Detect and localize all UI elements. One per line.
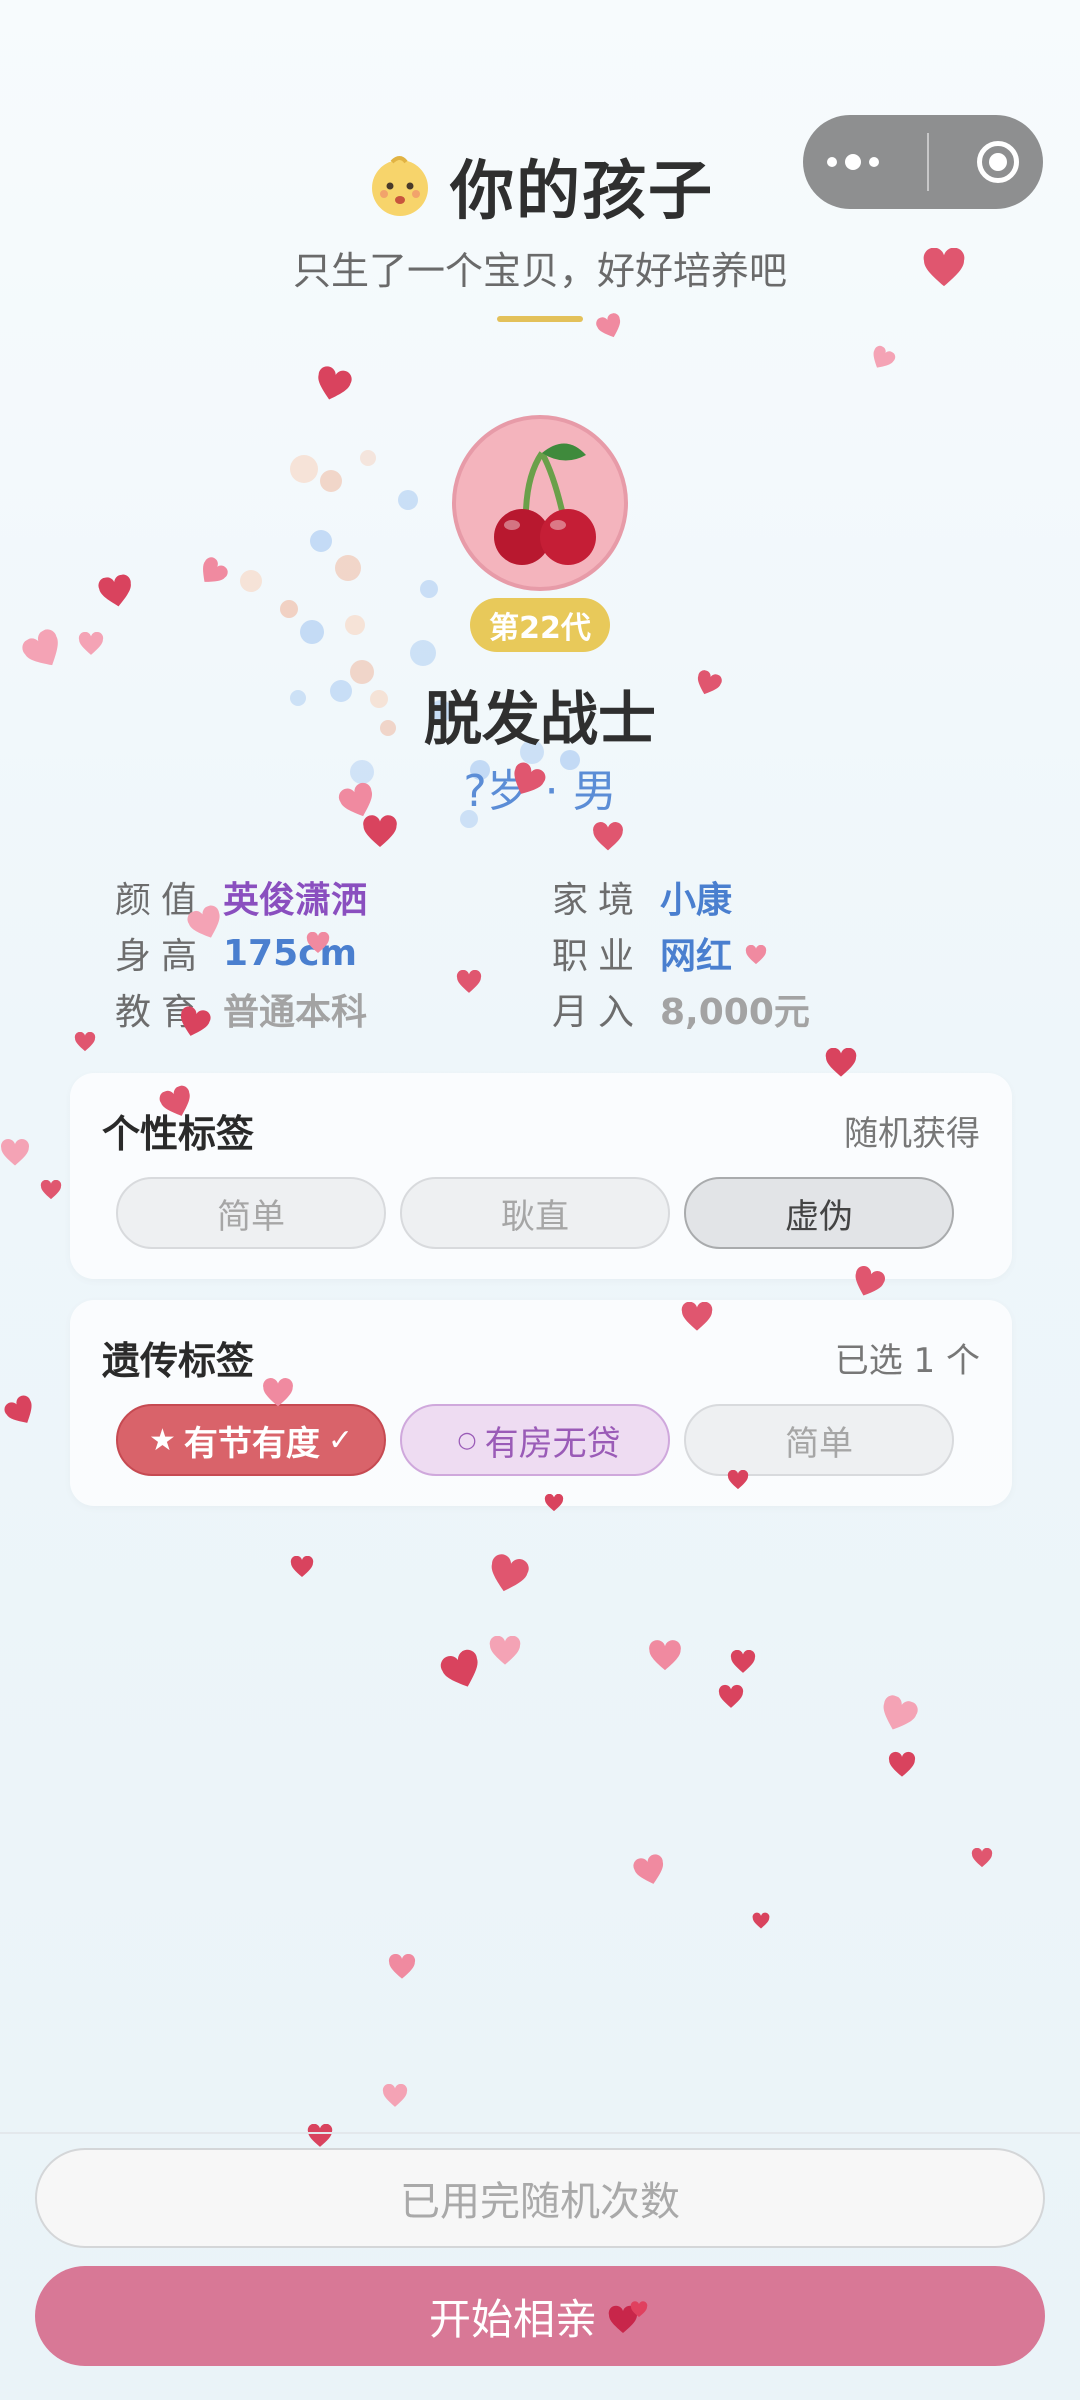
stat-value: 网红 [660,936,733,977]
heart-icon [745,945,767,965]
heart-icon [456,970,482,993]
heart-icon [752,1912,770,1929]
cherry-icon [494,443,596,565]
stat-job: 职业 网红 [552,928,732,978]
heart-icon [0,1138,30,1166]
heart-icon [593,822,623,851]
heart-icon [971,1848,993,1868]
heart-icon [718,1684,744,1708]
heart-icon [382,2084,408,2107]
heart-icon [98,574,131,607]
heart-icon [681,1302,713,1331]
stat-education: 教育 普通本科 [115,984,367,1034]
personality-chip-group: 简单 耿直 虚伪 [116,1177,954,1249]
page-subtitle: 只生了一个宝贝，好好培养吧 [292,249,787,293]
heart-icon [318,366,352,400]
chip-label: 有节有度 [183,1423,320,1464]
heart-icon [40,1180,62,1200]
heart-icon [74,1032,96,1052]
heart-icon [491,1554,529,1592]
heart-icon [440,1649,478,1687]
heart-icon [730,1650,756,1673]
card-note: 随机获得 [844,1114,980,1154]
heart-icon [78,632,104,655]
heart-icon [888,1751,916,1777]
stat-label: 职业 [552,936,645,977]
heart-icon [489,1636,521,1665]
stat-value: 普通本科 [223,992,368,1033]
heart-icon [923,248,965,287]
button-label: 开始相亲 [428,2294,597,2344]
stat-family: 家境 小康 [552,872,732,922]
genetic-tags-card: 遗传标签 已选 1 个 ★ 有节有度 ✓ ○ 有房无贷 简单 [70,1300,1012,1506]
genetic-tag-selected[interactable]: ★ 有节有度 ✓ [116,1404,386,1476]
personality-tag[interactable]: 简单 [116,1177,386,1249]
stat-appearance: 颜值 英俊潇洒 [115,872,367,922]
baby-face-icon [372,156,428,216]
start-matchmaking-button[interactable]: 开始相亲 [35,2266,1045,2366]
heart-icon [649,1640,681,1671]
heart-icon [290,1556,314,1577]
stat-value: 175cm [223,932,357,974]
stat-label: 月入 [552,992,645,1033]
child-name: 脱发战士 [423,685,656,753]
page-header: 你的孩子 [0,140,1080,232]
heart-icon [873,345,896,368]
heart-icon [727,1470,749,1490]
personality-tag-active[interactable]: 虚伪 [684,1177,954,1249]
random-exhausted-button[interactable]: 已用完随机次数 [35,2148,1045,2248]
bottom-divider [0,2132,1080,2134]
heart-icon [306,932,330,953]
child-avatar[interactable] [452,415,628,591]
star-icon: ★ [148,1422,176,1458]
heart-icon [633,1854,664,1884]
card-note: 已选 1 个 [834,1341,980,1381]
stat-value: 英俊潇洒 [223,880,368,921]
heart-icon [263,1378,293,1407]
generation-badge: 第22代 [470,598,610,652]
heart-icon [22,629,58,666]
genetic-tag[interactable]: ○ 有房无贷 [400,1404,670,1476]
personality-tag[interactable]: 耿直 [400,1177,670,1249]
heart-icon [596,313,621,338]
stat-value: 小康 [660,880,733,921]
title-underline [497,316,583,322]
stat-income: 月入 8,000元 [552,984,810,1034]
card-title: 遗传标签 [102,1339,255,1383]
chip-label: 有房无贷 [484,1423,621,1464]
genetic-tag[interactable]: 简单 [684,1404,954,1476]
heart-icon [883,1695,918,1730]
stat-value: 8,000元 [660,992,810,1033]
heart-icon [388,1954,416,1979]
heart-icon [825,1048,857,1077]
radio-circle-icon: ○ [457,1427,477,1453]
heart-icon [203,557,228,582]
heart-icon [307,2124,333,2147]
check-icon: ✓ [327,1422,354,1458]
heart-icon [4,1395,32,1423]
genetic-chip-group: ★ 有节有度 ✓ ○ 有房无贷 简单 [116,1404,954,1476]
page-title: 你的孩子 [450,155,714,229]
stat-label: 家境 [552,880,645,921]
heart-icon [544,1494,564,1512]
hearts-icon [608,2301,648,2333]
heart-icon [363,815,397,847]
personality-tags-card: 个性标签 随机获得 简单 耿直 虚伪 [70,1073,1012,1279]
